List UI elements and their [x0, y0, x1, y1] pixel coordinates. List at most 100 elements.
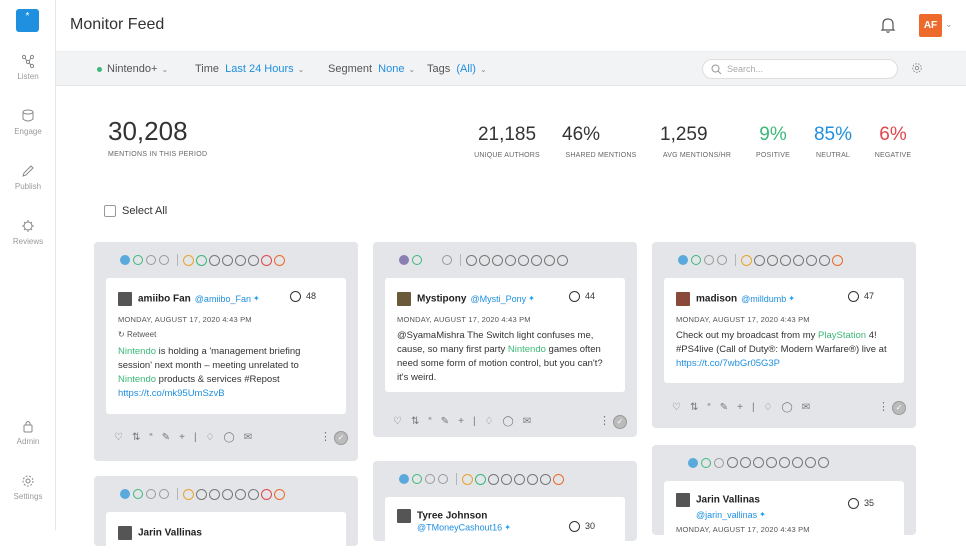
complete-check-icon[interactable]: ✓	[892, 401, 906, 415]
complete-check-icon[interactable]: ✓	[613, 415, 627, 429]
more-icon[interactable]: ⋮	[878, 400, 889, 413]
surprised-icon[interactable]	[527, 473, 538, 485]
heart-icon[interactable]: ♡	[393, 416, 402, 427]
mention-card[interactable]: Tyree Johnson @TMoneyCashout16 ✦ 30	[373, 461, 637, 547]
author-name[interactable]: Mystipony	[417, 293, 466, 304]
comment-icon[interactable]: ◯	[782, 402, 793, 413]
worried-icon[interactable]	[518, 254, 529, 266]
status-dot-icon[interactable]	[120, 489, 130, 499]
quote-icon[interactable]: “	[428, 416, 431, 427]
worried-icon[interactable]	[793, 254, 804, 266]
smile-icon[interactable]	[196, 254, 207, 266]
author-handle[interactable]: @Mysti_Pony	[470, 294, 526, 304]
tag-icon[interactable]	[442, 255, 452, 265]
add-icon[interactable]: +	[179, 432, 185, 443]
mention-card[interactable]: Jarin Vallinas @jarin_vallinas ✦ 35 MONDA…	[652, 445, 916, 541]
worried-icon[interactable]	[235, 254, 246, 266]
comment-icon[interactable]: ◯	[224, 432, 235, 443]
author-handle[interactable]: @TMoneyCashout16	[417, 523, 502, 533]
neutral-icon[interactable]	[492, 254, 503, 266]
tag-icon[interactable]	[438, 474, 448, 484]
tag-icon[interactable]	[159, 255, 169, 265]
angry-icon[interactable]	[261, 488, 272, 500]
add-icon[interactable]: +	[458, 416, 464, 427]
heart-icon[interactable]: ♡	[672, 402, 681, 413]
sidebar-item-reviews[interactable]: Reviews	[0, 219, 56, 246]
mention-card[interactable]: amiibo Fan @amiibo_Fan ✦ 48 MONDAY, AUGUST…	[94, 242, 358, 461]
neutral-icon[interactable]	[767, 254, 778, 266]
tag-icon[interactable]	[717, 255, 727, 265]
mention-card[interactable]: Mystipony @Mysti_Pony ✦ 44 MONDAY, AUGUST …	[373, 242, 637, 437]
author-handle[interactable]: @milldumb	[741, 294, 786, 304]
more-icon[interactable]: ⋮	[320, 430, 331, 443]
status-dot-icon[interactable]	[688, 457, 698, 468]
happy-icon[interactable]	[183, 488, 194, 500]
neutral-icon[interactable]	[209, 488, 220, 500]
smile-icon[interactable]	[740, 457, 751, 468]
status-dot-icon[interactable]	[678, 255, 688, 265]
avatar[interactable]: AF	[919, 14, 942, 37]
tag-icon[interactable]: ♢	[206, 432, 215, 443]
sidebar-item-settings[interactable]: Settings	[0, 474, 56, 501]
search-input[interactable]: Search...	[702, 59, 898, 79]
gear-icon[interactable]	[911, 62, 923, 74]
comment-icon[interactable]	[133, 489, 143, 499]
author-name[interactable]: amiibo Fan	[138, 293, 191, 304]
author-name[interactable]: madison	[696, 293, 737, 304]
happy-icon[interactable]	[462, 473, 473, 485]
tag-icon[interactable]	[159, 489, 169, 499]
neutral-icon[interactable]	[753, 457, 764, 468]
comment-icon[interactable]	[412, 474, 422, 484]
link-icon[interactable]	[704, 255, 714, 265]
comment-icon[interactable]	[133, 255, 143, 265]
sidebar-item-engage[interactable]: Engage	[0, 109, 56, 136]
quote-icon[interactable]: “	[707, 402, 710, 413]
mail-icon[interactable]: ✉	[523, 416, 531, 427]
angry-icon[interactable]	[819, 254, 830, 266]
happy-icon[interactable]	[727, 457, 738, 468]
surprised-icon[interactable]	[531, 254, 542, 266]
author-handle[interactable]: @jarin_vallinas	[696, 510, 757, 520]
time-filter[interactable]: Time Last 24 Hours ⌄	[195, 63, 304, 75]
edit-icon[interactable]: ✎	[441, 416, 449, 427]
tag-icon[interactable]: ♢	[485, 416, 494, 427]
more-icon[interactable]: ⋮	[599, 414, 610, 427]
worried-icon[interactable]	[779, 457, 790, 468]
link-icon[interactable]	[146, 255, 156, 265]
add-icon[interactable]: +	[737, 402, 743, 413]
angry-icon[interactable]	[544, 254, 555, 266]
sad-icon[interactable]	[766, 457, 777, 468]
author-handle[interactable]: @amiibo_Fan	[195, 294, 251, 304]
worried-icon[interactable]	[235, 488, 246, 500]
author-name[interactable]: Jarin Vallinas	[138, 527, 202, 538]
sidebar-item-publish[interactable]: Publish	[0, 164, 56, 191]
tags-filter[interactable]: Tags (All) ⌄	[427, 63, 487, 75]
neutral-icon[interactable]	[209, 254, 220, 266]
mention-card[interactable]: Jarin Vallinas	[94, 476, 358, 552]
retweet-icon[interactable]: ⇅	[132, 432, 140, 443]
link-icon[interactable]	[146, 489, 156, 499]
status-dot-icon[interactable]	[399, 474, 409, 484]
surprised-icon[interactable]	[248, 254, 259, 266]
chevron-down-icon[interactable]: ⌄	[945, 19, 953, 30]
sad-icon[interactable]	[780, 254, 791, 266]
angry-icon[interactable]	[261, 254, 272, 266]
mail-icon[interactable]: ✉	[244, 432, 252, 443]
comment-icon[interactable]	[412, 255, 422, 265]
upset-icon[interactable]	[274, 488, 285, 500]
surprised-icon[interactable]	[792, 457, 803, 468]
author-name[interactable]: Jarin Vallinas	[696, 494, 760, 505]
mention-card[interactable]: madison @milldumb ✦ 47 MONDAY, AUGUST 17, …	[652, 242, 916, 428]
edit-icon[interactable]: ✎	[720, 402, 728, 413]
complete-check-icon[interactable]: ✓	[334, 431, 348, 445]
link-icon[interactable]	[425, 474, 435, 484]
mail-icon[interactable]: ✉	[802, 402, 810, 413]
smile-icon[interactable]	[475, 473, 486, 485]
edit-icon[interactable]: ✎	[162, 432, 170, 443]
status-dot-icon[interactable]	[399, 255, 409, 265]
select-all-checkbox[interactable]	[104, 205, 116, 218]
happy-icon[interactable]	[183, 254, 194, 266]
upset-icon[interactable]	[818, 457, 829, 468]
retweet-icon[interactable]: ⇅	[411, 416, 419, 427]
sidebar-item-admin[interactable]: Admin	[0, 419, 56, 446]
